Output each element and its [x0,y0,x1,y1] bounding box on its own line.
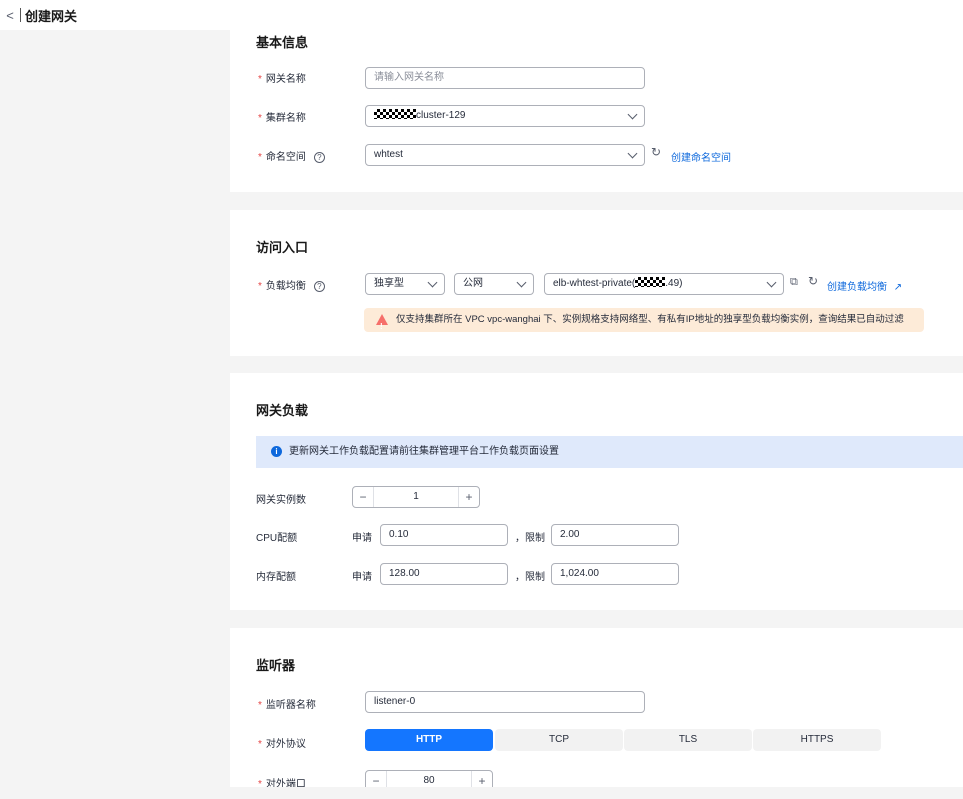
required-mark: * [258,152,262,163]
refresh-icon[interactable]: ↻ [808,274,818,288]
gateway-name-input[interactable]: 请输入网关名称 [365,67,645,89]
cpu-label: CPU配额 [256,533,298,544]
left-gutter [0,30,230,799]
namespace-select[interactable]: whtest [365,144,645,166]
warning-icon [376,314,388,339]
required-mark: * [258,74,262,85]
back-arrow-icon[interactable]: < [0,8,20,23]
workload-card: 网关负载 i 更新网关工作负载配置请前往集群管理平台工作负载页面设置 网关实例数… [230,373,963,610]
top-bar: < 创建网关 [0,0,963,30]
required-mark: * [258,281,262,292]
decrement-button[interactable]: − [353,487,373,507]
chevron-down-icon [516,277,527,288]
warning-text: 仅支持集群所在 VPC vpc-wanghai 下、实例规格支持网络型、有私有I… [396,314,904,325]
access-title: 访问入口 [256,240,309,255]
lb-label: * 负载均衡? [258,277,325,292]
cluster-value: cluster-129 [416,110,466,121]
elb-suffix: .49) [665,278,683,289]
basic-info-title: 基本信息 [256,35,309,50]
memory-label: 内存配额 [256,572,296,583]
chevron-down-icon [627,148,638,159]
title-divider [20,8,21,22]
memory-request-label: 申请 [352,572,372,583]
create-lb-link[interactable]: 创建负载均衡 ↗ [827,278,902,293]
network-type-select[interactable]: 公网 [454,273,534,295]
protocol-https-tab[interactable]: HTTPS [753,729,881,751]
lb-type-value: 独享型 [374,278,404,289]
basic-info-card: 基本信息 * 网关名称 请输入网关名称 * 集群名称 cluster-129 * 命名… [230,30,963,192]
required-mark: * [258,113,262,124]
workload-title: 网关负载 [256,403,309,418]
required-mark: * [258,700,262,711]
replicas-value[interactable]: 1 [373,487,459,507]
namespace-label: * 命名空间? [258,148,325,163]
protocol-http-tab[interactable]: HTTP [365,729,493,751]
elb-instance-select[interactable]: elb-whtest-private( .49) [544,273,784,295]
replicas-label: 网关实例数 [256,495,306,506]
refresh-icon[interactable]: ↻ [651,145,661,159]
chevron-down-icon [427,277,438,288]
protocol-tls-tab[interactable]: TLS [624,729,752,751]
help-icon[interactable]: ? [313,151,325,163]
elb-prefix: elb-whtest-private( [553,278,636,289]
increment-button[interactable]: + [459,487,479,507]
memory-limit-label: ，限制 [515,572,545,583]
network-type-value: 公网 [463,278,483,289]
lb-type-select[interactable]: 独享型 [365,273,445,295]
listener-name-input[interactable]: listener-0 [365,691,645,713]
cpu-limit-label: ，限制 [515,533,545,544]
bottom-edge [0,787,963,799]
listener-card: 监听器 * 监听器名称 listener-0 * 对外协议 HTTP TCP TLS… [230,628,963,799]
protocol-label: * 对外协议 [258,739,306,750]
protocol-tcp-tab[interactable]: TCP [495,729,623,751]
memory-limit-input[interactable]: 1,024.00 [551,563,679,585]
namespace-value: whtest [374,149,403,160]
cpu-request-input[interactable]: 0.10 [380,524,508,546]
required-mark: * [258,739,262,750]
listener-title: 监听器 [256,658,296,673]
redacted-mask [374,109,416,119]
create-namespace-link[interactable]: 创建命名空间 [671,149,731,164]
create-lb-label: 创建负载均衡 [827,282,887,293]
external-link-icon: ↗ [893,282,903,293]
info-text: 更新网关工作负载配置请前往集群管理平台工作负载页面设置 [289,446,559,457]
info-banner: i 更新网关工作负载配置请前往集群管理平台工作负载页面设置 [256,436,963,468]
replicas-stepper[interactable]: − 1 + [352,486,480,508]
memory-request-input[interactable]: 128.00 [380,563,508,585]
chevron-down-icon [766,277,777,288]
access-card: 访问入口 * 负载均衡? 独享型 公网 elb-whtest-private( .4… [230,210,963,356]
listener-name-label: * 监听器名称 [258,700,316,711]
warning-banner: 仅支持集群所在 VPC vpc-wanghai 下、实例规格支持网络型、有私有I… [364,308,924,339]
cluster-label: * 集群名称 [258,113,306,124]
redacted-mask [635,277,666,287]
cluster-select[interactable]: cluster-129 [365,105,645,127]
page-title: 创建网关 [25,8,78,24]
gateway-name-label: * 网关名称 [258,74,306,85]
chevron-down-icon [627,109,638,120]
cpu-limit-input[interactable]: 2.00 [551,524,679,546]
help-icon[interactable]: ? [313,280,325,292]
info-icon: i [271,446,282,457]
cpu-request-label: 申请 [352,533,372,544]
copy-icon[interactable]: ⧉ [790,276,798,289]
